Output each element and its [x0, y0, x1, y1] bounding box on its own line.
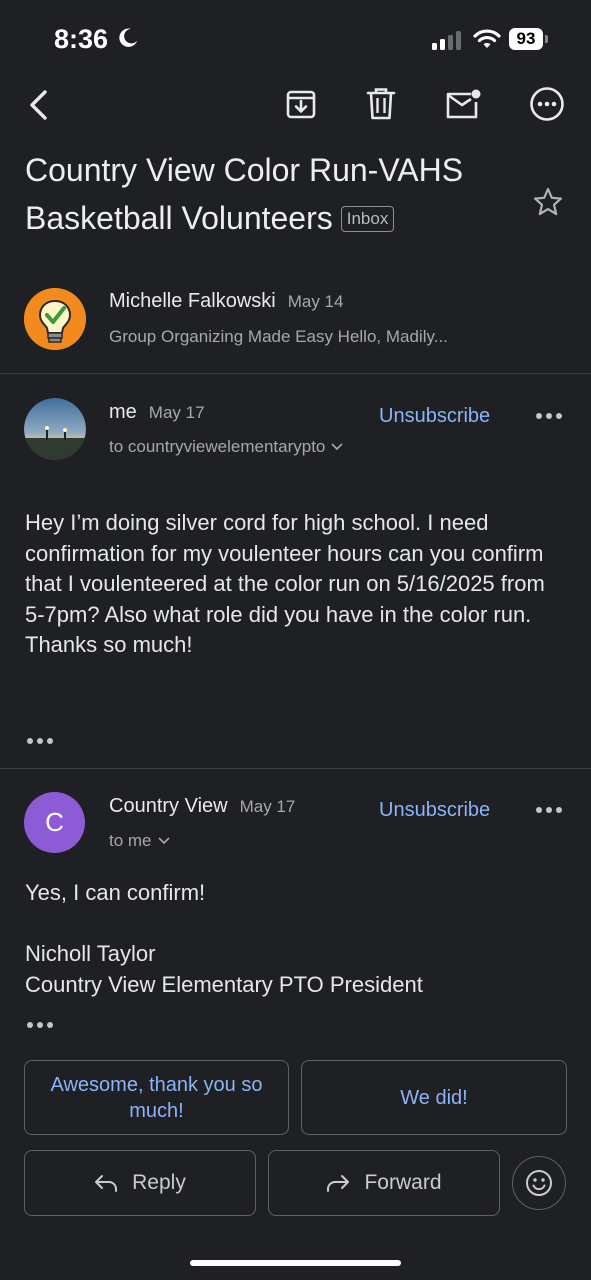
unsubscribe-link[interactable]: Unsubscribe — [379, 799, 490, 822]
forward-button[interactable]: Forward — [268, 1150, 500, 1216]
sender-name: Country View — [109, 795, 228, 817]
star-button[interactable] — [530, 184, 566, 220]
archive-button[interactable] — [281, 84, 321, 124]
message-collapsed[interactable]: Michelle Falkowski May 14 Group Organizin… — [0, 278, 591, 373]
moon-icon — [119, 28, 138, 47]
recipient-toggle[interactable]: to countryviewelementarypto — [109, 437, 343, 457]
signal-icon — [432, 31, 461, 50]
smiley-icon — [526, 1170, 552, 1196]
subject-text: Country View Color Run-VAHS Basketball V… — [25, 152, 464, 236]
trash-icon — [366, 88, 396, 120]
message-header: Country View May 17 — [109, 795, 295, 818]
mark-unread-button[interactable] — [442, 84, 484, 124]
message-more-icon[interactable] — [536, 807, 562, 813]
message-date: May 17 — [148, 403, 205, 422]
signature-name: Nicholl Taylor — [25, 941, 156, 966]
status-time: 8:36 — [54, 24, 109, 54]
avatar: C — [24, 792, 85, 853]
battery-level: 93 — [509, 28, 543, 50]
message-body: Hey I’m doing silver cord for high schoo… — [25, 510, 545, 657]
email-subject: Country View Color Run-VAHS Basketball V… — [25, 146, 505, 242]
photo-avatar-icon — [24, 398, 86, 460]
emoji-reaction-button[interactable] — [512, 1156, 566, 1210]
recipient-toggle[interactable]: to me — [109, 831, 170, 851]
signature-title: Country View Elementary PTO President — [25, 972, 423, 997]
avatar — [24, 398, 86, 460]
avatar — [24, 288, 86, 350]
sender-name: me — [109, 401, 137, 423]
more-options-button[interactable] — [527, 84, 567, 124]
inbox-label[interactable]: Inbox — [340, 206, 395, 232]
sender-name: Michelle Falkowski — [109, 290, 276, 312]
reply-button[interactable]: Reply — [24, 1150, 256, 1216]
forward-icon — [327, 1175, 350, 1192]
message-date: May 17 — [239, 797, 296, 816]
message-more-icon[interactable] — [536, 413, 562, 419]
unsubscribe-link[interactable]: Unsubscribe — [379, 405, 490, 428]
star-icon — [533, 187, 563, 216]
mark-unread-icon — [446, 89, 481, 119]
recipient-text: to countryviewelementarypto — [109, 437, 326, 456]
archive-icon — [286, 90, 316, 119]
back-icon — [30, 90, 47, 120]
back-button[interactable] — [18, 85, 58, 125]
chevron-down-icon — [157, 837, 170, 845]
message-body-line: Yes, I can confirm! — [25, 880, 206, 905]
more-icon — [530, 87, 564, 121]
chevron-down-icon — [331, 443, 343, 451]
message-header: me May 17 — [109, 401, 205, 424]
show-trimmed-content-icon[interactable] — [27, 738, 53, 744]
lightbulb-logo-icon — [24, 288, 86, 350]
battery-indicator: 93 — [509, 28, 549, 50]
divider — [0, 768, 591, 769]
show-trimmed-content-icon[interactable] — [27, 1022, 53, 1028]
delete-button[interactable] — [361, 84, 401, 124]
forward-label: Forward — [364, 1171, 442, 1194]
home-indicator[interactable] — [190, 1260, 401, 1266]
smart-reply-chip[interactable]: Awesome, thank you so much! — [24, 1060, 289, 1135]
wifi-icon — [473, 29, 501, 48]
divider — [0, 373, 591, 374]
reply-icon — [95, 1175, 118, 1192]
reply-label: Reply — [132, 1171, 186, 1194]
smart-reply-chip[interactable]: We did! — [301, 1060, 567, 1135]
recipient-text: to me — [109, 831, 152, 850]
message-snippet: Group Organizing Made Easy Hello, Madily… — [109, 327, 448, 346]
message-header: Michelle Falkowski May 14 — [109, 290, 343, 313]
message-date: May 14 — [287, 292, 344, 311]
